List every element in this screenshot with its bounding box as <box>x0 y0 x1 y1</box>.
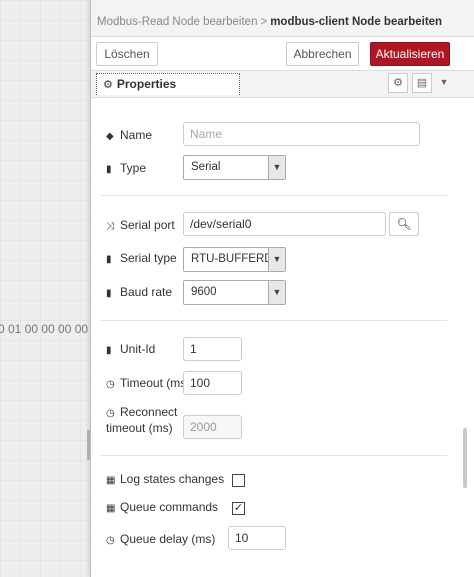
baud-rate-label: ▮ Baud rate <box>106 285 173 299</box>
search-icon: 🔍︎ <box>396 217 412 231</box>
tray-tabs: ⚙ Properties ⚙ ▤ ▼ <box>91 71 474 98</box>
tray-toolbar: Löschen Abbrechen Aktualisieren <box>91 37 474 71</box>
breadcrumb-current: modbus-client Node bearbeiten <box>270 16 443 28</box>
clock-icon: ◷ <box>106 379 115 390</box>
canvas-node-text: 0 01 00 00 00 00 <box>0 322 89 336</box>
chevron-down-icon: ▼ <box>268 248 285 271</box>
queue-commands-label: ▦ Queue commands <box>106 500 219 514</box>
update-button[interactable]: Aktualisieren <box>370 42 450 66</box>
description-tab-document-icon[interactable]: ▤ <box>412 73 432 93</box>
queue-commands-checkbox[interactable]: ✓ <box>232 502 245 515</box>
tab-properties-label: Properties <box>116 77 177 91</box>
name-input[interactable]: Name <box>183 122 420 146</box>
log-states-label: ▦ Log states changes <box>106 472 225 486</box>
section-divider <box>101 195 447 196</box>
gear-icon: ⚙ <box>103 79 113 91</box>
checkmark-icon: ✓ <box>233 502 244 514</box>
grid-icon: ▦ <box>106 503 116 514</box>
cancel-button[interactable]: Abbrechen <box>286 42 359 66</box>
timeout-input[interactable]: 100 <box>183 371 242 395</box>
queue-delay-label: ◷ Queue delay (ms) <box>106 532 216 546</box>
bookmark-icon: ▮ <box>106 164 112 175</box>
breadcrumb-separator: > <box>260 16 268 28</box>
unit-id-label: ▮ Unit-Id <box>106 342 156 356</box>
log-states-checkbox[interactable] <box>232 474 245 487</box>
tag-icon: ◆ <box>106 131 114 142</box>
timeout-label: ◷ Timeout (ms) <box>106 376 191 390</box>
properties-form: ◆ Name Name ▮ Type Serial ▼ ⤨ Serial port /d… <box>91 98 463 577</box>
type-label: ▮ Type <box>106 161 147 175</box>
clock-icon: ◷ <box>106 408 115 419</box>
queue-delay-input[interactable]: 10 <box>228 526 286 550</box>
section-divider <box>101 455 447 456</box>
unit-id-input[interactable]: 1 <box>183 337 242 361</box>
edit-tray: Modbus-Read Node bearbeiten > modbus-clien… <box>90 0 474 577</box>
search-port-button[interactable]: 🔍︎ <box>389 212 419 236</box>
tab-properties[interactable]: ⚙ Properties <box>96 73 240 95</box>
chevron-down-icon: ▼ <box>268 281 285 304</box>
section-divider <box>101 320 447 321</box>
serial-port-label: ⤨ Serial port <box>106 218 175 232</box>
baud-rate-select[interactable]: 9600 ▼ <box>183 280 286 305</box>
reconnect-timeout-input[interactable]: 2000 <box>183 415 242 439</box>
serial-type-label: ▮ Serial type <box>106 251 177 265</box>
serial-port-input[interactable]: /dev/serial0 <box>183 212 386 236</box>
chevron-down-icon: ▼ <box>268 156 285 179</box>
reconnect-timeout-label: ◷ Reconnect timeout (ms) <box>106 405 178 435</box>
random-icon: ⤨ <box>106 221 114 232</box>
bookmark-icon: ▮ <box>106 288 112 299</box>
grid-icon: ▦ <box>106 475 116 486</box>
clock-icon: ◷ <box>106 535 115 546</box>
tabs-menu-caret-icon[interactable]: ▼ <box>436 73 452 93</box>
flow-canvas[interactable]: 0 01 00 00 00 00 <box>0 0 93 577</box>
bookmark-icon: ▮ <box>106 254 112 265</box>
settings-tab-gear-icon[interactable]: ⚙ <box>388 73 408 93</box>
delete-button[interactable]: Löschen <box>96 42 158 66</box>
breadcrumb-parent-link[interactable]: Modbus-Read Node bearbeiten <box>97 16 257 28</box>
scrollbar[interactable] <box>463 428 467 488</box>
tray-header: Modbus-Read Node bearbeiten > modbus-clien… <box>91 0 474 37</box>
name-label: ◆ Name <box>106 128 153 142</box>
breadcrumb: Modbus-Read Node bearbeiten > modbus-clien… <box>97 16 442 28</box>
type-select[interactable]: Serial ▼ <box>183 155 286 180</box>
serial-type-select[interactable]: RTU-BUFFERD ▼ <box>183 247 286 272</box>
bookmark-icon: ▮ <box>106 345 112 356</box>
